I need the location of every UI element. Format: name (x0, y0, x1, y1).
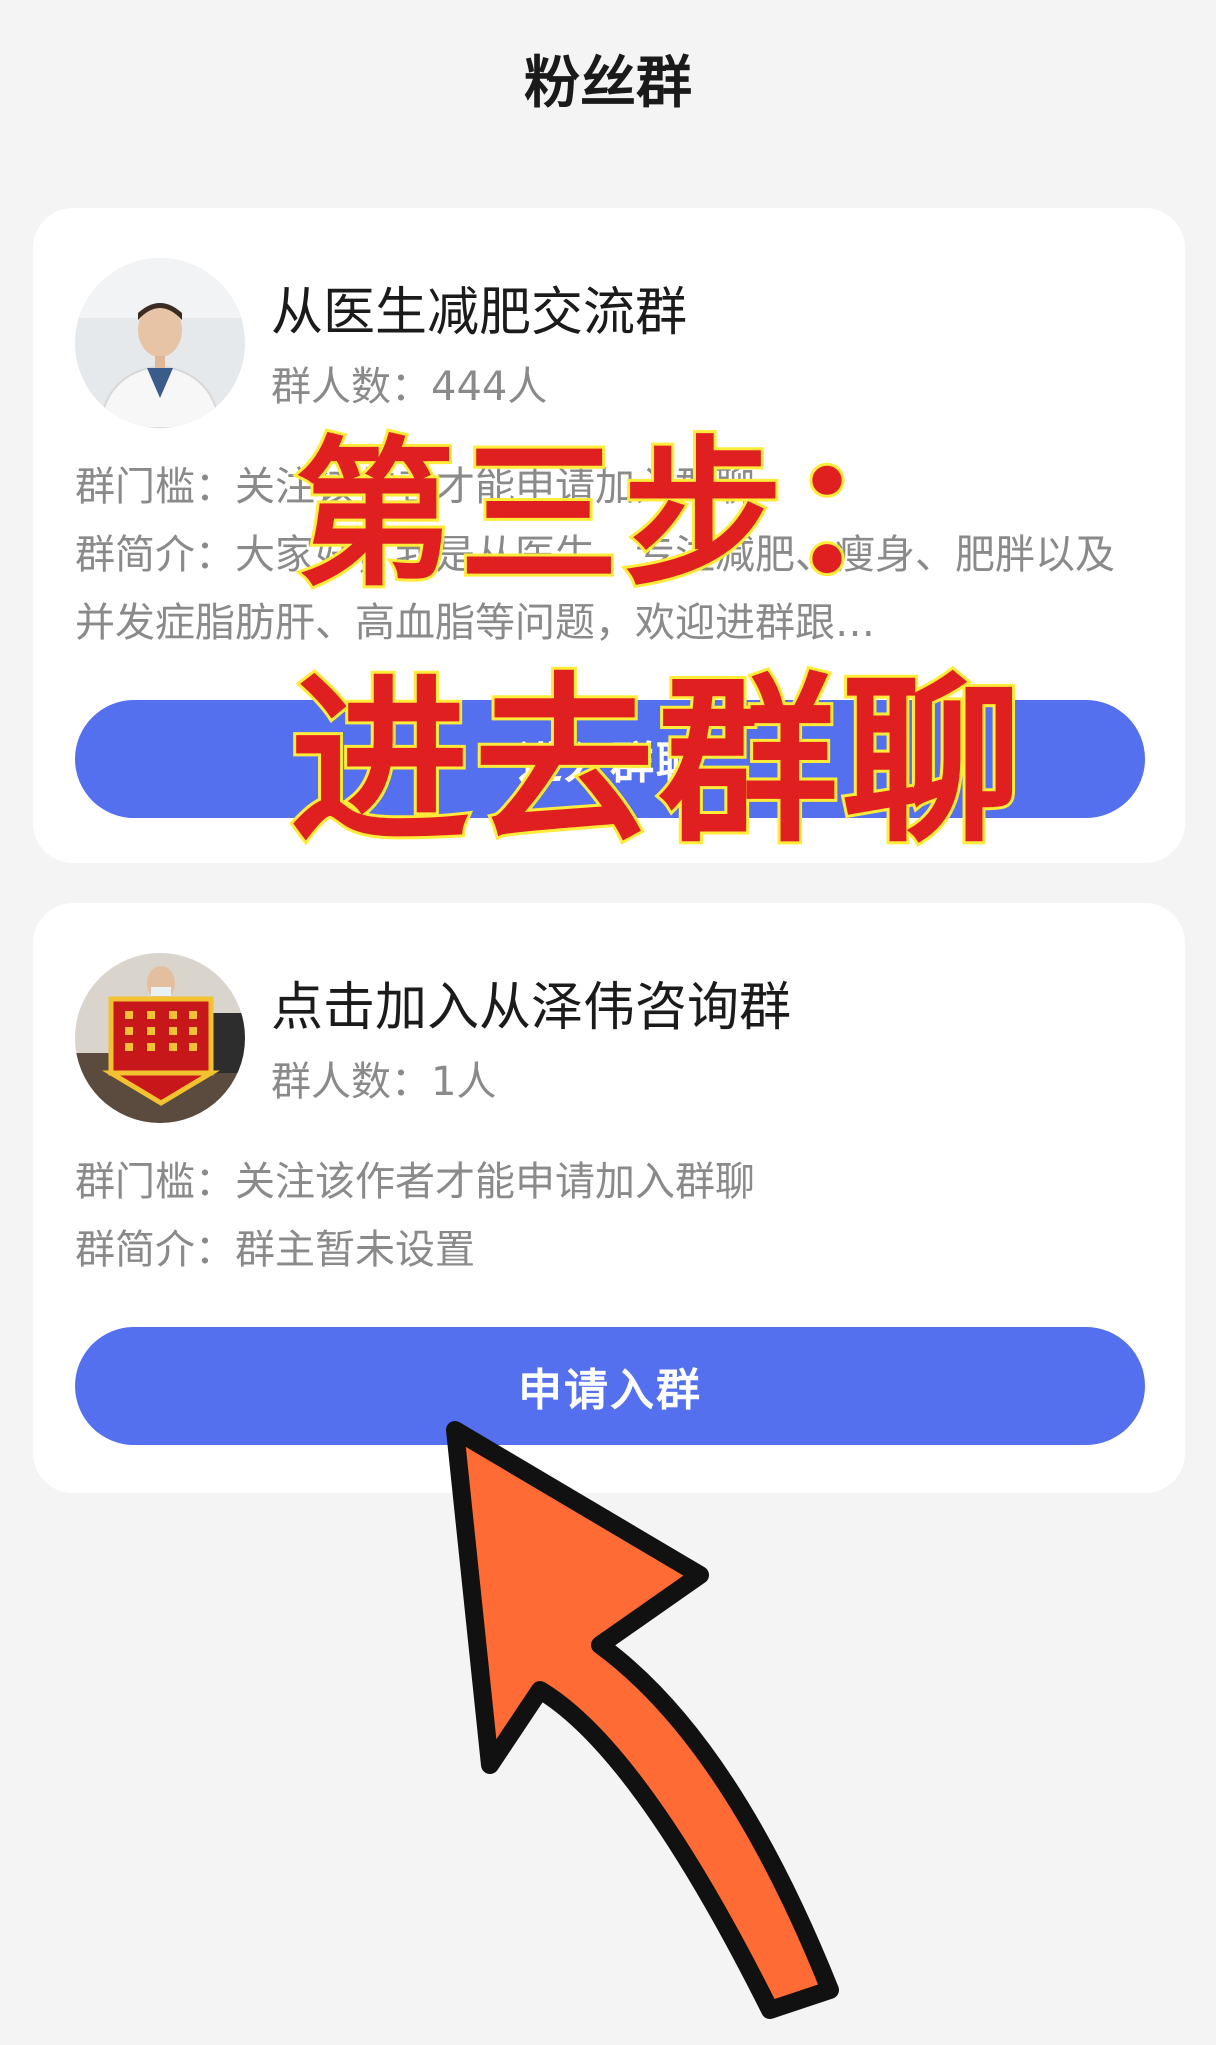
fan-group-page: 粉丝群 从医生减肥交流群 群人数：444人 群门槛：关注该作者才能申请加入群聊 … (0, 0, 1216, 2045)
curved-arrow-up-icon (430, 1400, 950, 2044)
group-avatar (75, 953, 245, 1123)
group-info: 群门槛：关注该作者才能申请加入群聊 群简介：群主暂未设置 (75, 1148, 1145, 1284)
overlay-caption-step: 第三步： (292, 418, 952, 611)
group-name: 从医生减肥交流群 (271, 283, 688, 343)
member-count: 群人数：1人 (271, 1059, 497, 1105)
page-title: 粉丝群 (524, 51, 692, 116)
overlay-caption-action: 进去群聊 (287, 655, 1027, 870)
group-avatar (75, 258, 245, 428)
group-threshold: 群门槛：关注该作者才能申请加入群聊 (75, 1159, 755, 1205)
group-intro: 群简介：群主暂未设置 (75, 1227, 475, 1273)
group-name: 点击加入从泽伟咨询群 (271, 978, 792, 1038)
